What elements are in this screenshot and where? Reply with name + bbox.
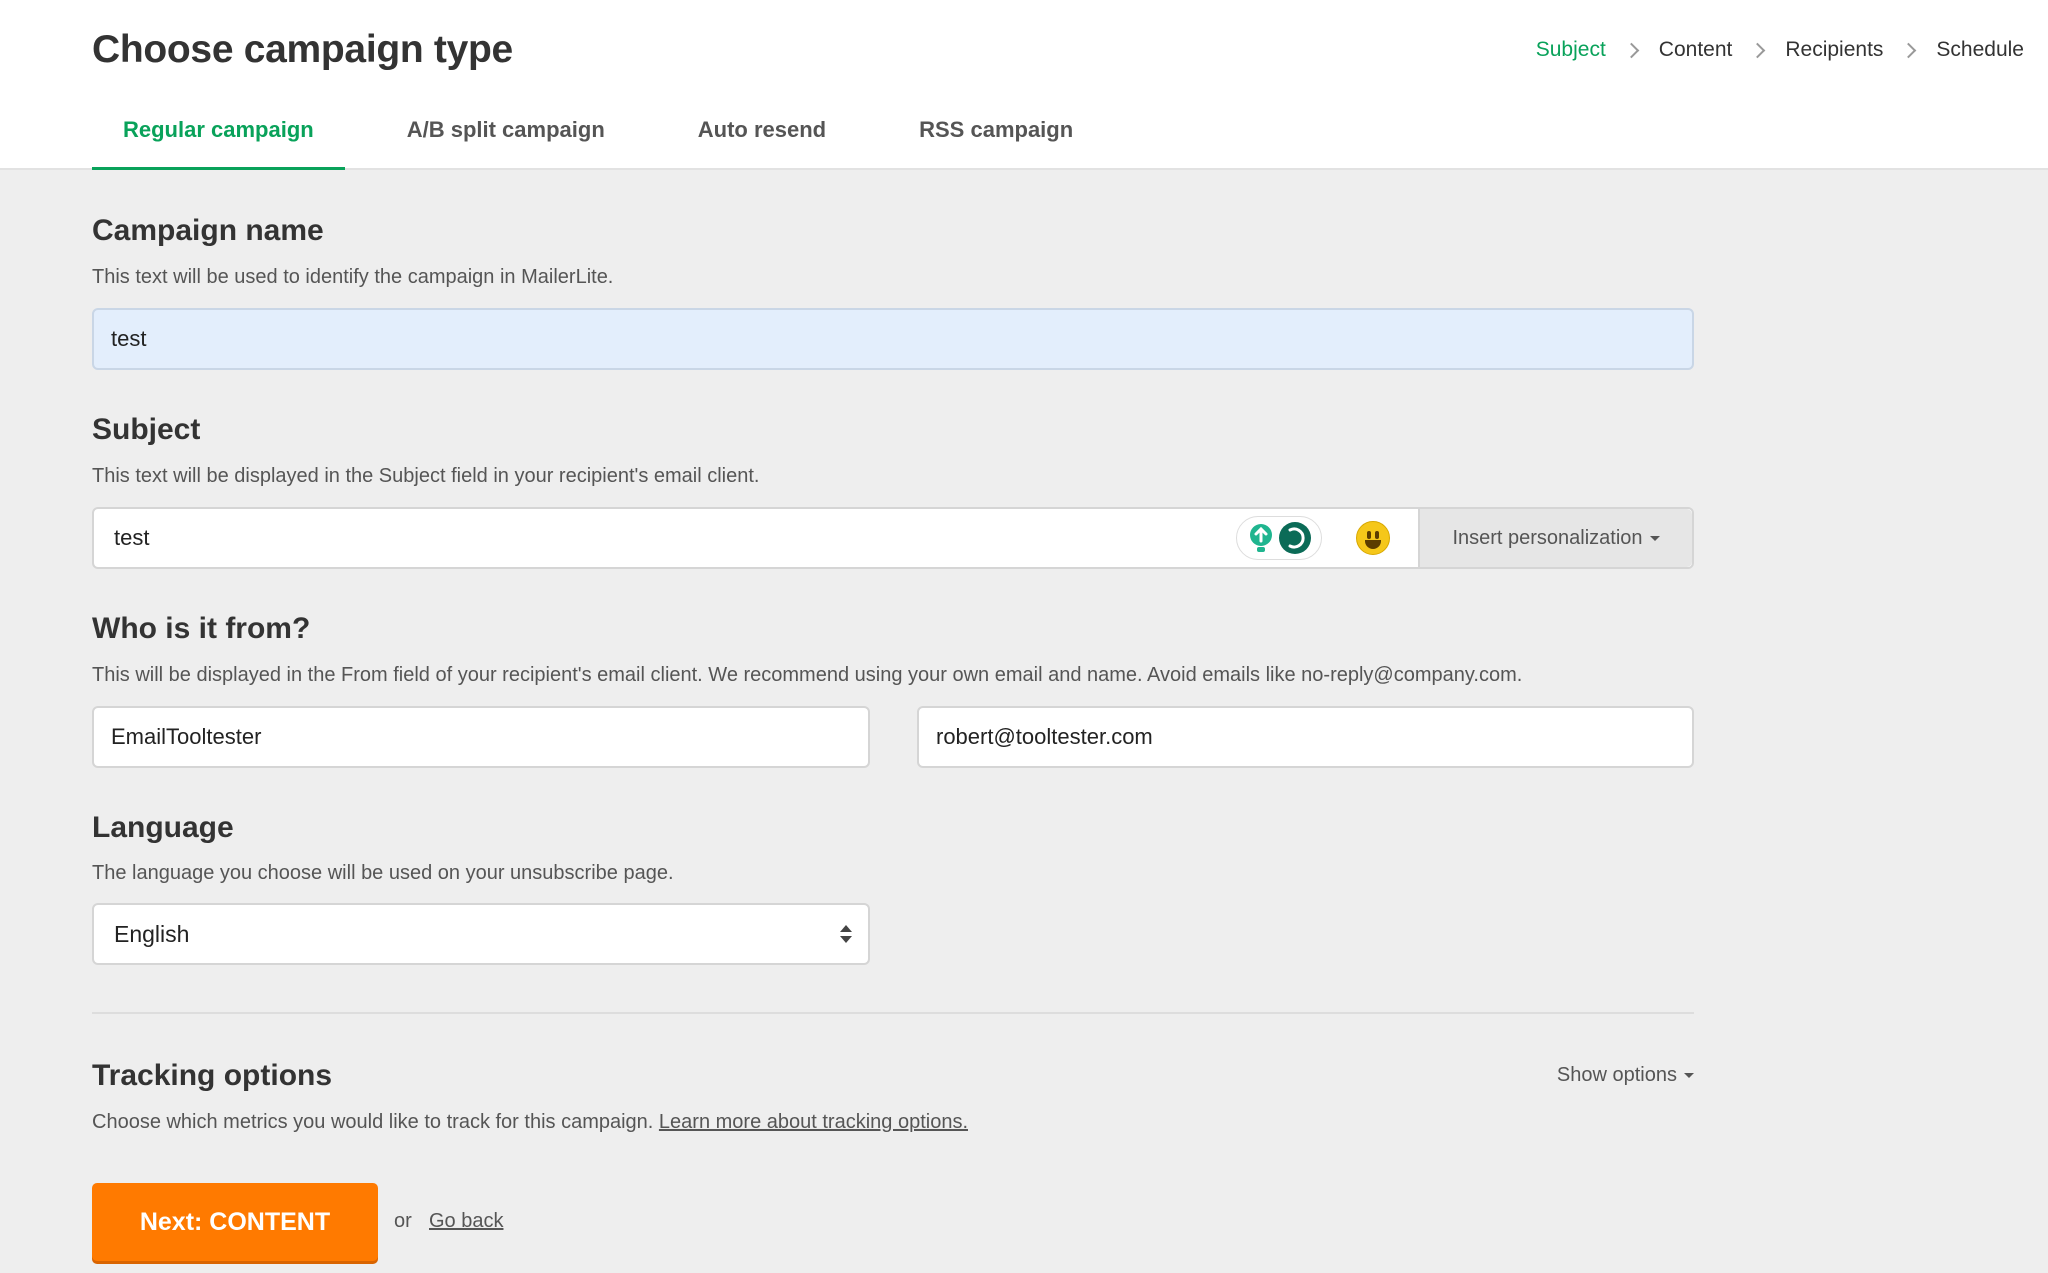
select-arrows-icon [840,925,852,943]
language-description: The language you choose will be used on … [92,862,674,884]
campaign-name-value: test [111,326,147,351]
show-options-toggle[interactable]: Show options [1557,1064,1694,1087]
tab-rss-campaign[interactable]: RSS campaign [888,100,1104,170]
lightbulb-icon[interactable] [1247,522,1275,554]
from-heading: Who is it from? [92,612,311,645]
insert-personalization-label: Insert personalization [1452,526,1643,549]
sender-email-value: robert@tooltester.com [936,724,1153,749]
show-options-label: Show options [1556,1064,1677,1086]
insert-personalization-button[interactable]: Insert personalization [1418,509,1692,567]
step-subject[interactable]: Subject [1536,38,1606,62]
grammar-check-icon[interactable] [1278,521,1312,555]
campaign-name-input[interactable]: test [92,308,1694,370]
next-content-button[interactable]: Next: CONTENT [92,1183,378,1261]
tab-ab-split-campaign[interactable]: A/B split campaign [376,100,636,170]
campaign-name-heading: Campaign name [92,214,324,247]
subject-heading: Subject [92,413,201,446]
step-schedule[interactable]: Schedule [1936,38,2024,62]
chevron-right-icon [1901,42,1917,58]
language-select[interactable]: English [92,903,870,965]
sender-email-input[interactable]: robert@tooltester.com [917,706,1694,768]
from-description: This will be displayed in the From field… [92,664,1523,686]
sender-name-input[interactable]: EmailTooltester [92,706,870,768]
step-content[interactable]: Content [1659,38,1733,62]
language-selected-value: English [114,920,190,947]
or-label: or [394,1210,412,1232]
campaign-type-tabs: Regular campaign A/B split campaign Auto… [92,100,1135,170]
section-divider [92,1012,1694,1014]
subject-value[interactable]: test [94,525,1236,551]
tab-regular-campaign[interactable]: Regular campaign [92,100,345,170]
extension-widget[interactable] [1236,516,1322,560]
chevron-right-icon [1750,42,1766,58]
progress-steps: Subject Content Recipients Schedule [1536,38,2024,62]
emoji-icon[interactable] [1356,521,1390,555]
top-header: Choose campaign type Subject Content Rec… [0,0,2048,170]
caret-down-icon [1649,535,1660,541]
campaign-name-description: This text will be used to identify the c… [92,266,614,288]
tracking-description-line: Choose which metrics you would like to t… [92,1111,968,1134]
chevron-right-icon [1623,42,1640,58]
page-title: Choose campaign type [92,28,513,71]
learn-more-tracking-link[interactable]: Learn more about tracking options. [659,1111,968,1133]
caret-down-icon [1684,1073,1694,1078]
subject-description: This text will be displayed in the Subje… [92,465,760,487]
tab-auto-resend[interactable]: Auto resend [667,100,857,170]
step-recipients[interactable]: Recipients [1785,38,1883,62]
sender-name-value: EmailTooltester [111,724,262,749]
tracking-heading: Tracking options [92,1059,333,1092]
language-heading: Language [92,811,234,844]
go-back-link[interactable]: Go back [429,1210,503,1233]
subject-field[interactable]: test Insert personalization [92,507,1694,569]
tracking-description: Choose which metrics you would like to t… [92,1111,654,1133]
